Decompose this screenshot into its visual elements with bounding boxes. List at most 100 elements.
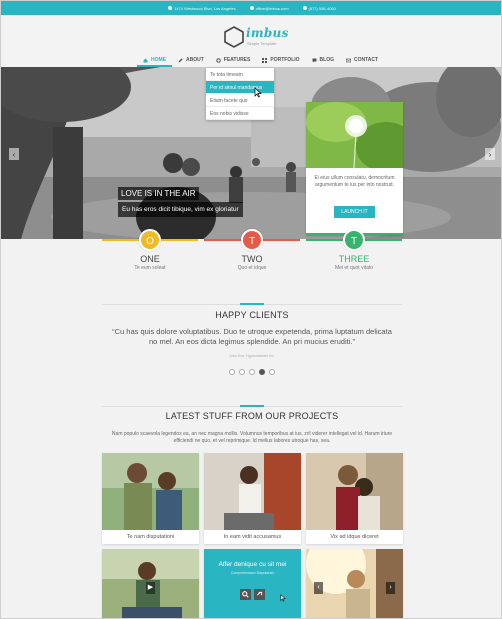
feature-two[interactable]: T TWO Quo et idque bbox=[204, 229, 300, 271]
nav-item-contact[interactable]: CONTACT bbox=[340, 55, 384, 67]
feature-one[interactable]: O ONE Te eum soleat bbox=[102, 229, 198, 271]
nav-item-blog[interactable]: BLOG bbox=[306, 55, 340, 67]
hexagon-logo-icon bbox=[224, 26, 244, 48]
features-dropdown: Te tota timeam Per id simul mandamus Eti… bbox=[206, 68, 274, 120]
launch-it-button[interactable]: LAUNCH IT bbox=[334, 206, 375, 218]
logo-name: imbus bbox=[246, 26, 289, 40]
dropdown-item-1[interactable]: Per id simul mandamus bbox=[206, 81, 274, 94]
project-caption-3: Vix ad idque diceret bbox=[330, 534, 379, 540]
page-frame: 1474 Westwood Blvd, Los Angeles office@i… bbox=[0, 0, 502, 619]
project-image-1 bbox=[102, 453, 199, 530]
nav-label-contact: CONTACT bbox=[353, 57, 379, 63]
projects-intro: Nam populo scaevola legendos ea, an nec … bbox=[111, 431, 393, 444]
logo-tagline: Simple Template bbox=[247, 41, 277, 46]
slider-prev-button[interactable]: ‹ bbox=[9, 148, 19, 160]
nav-label-about: ABOUT bbox=[186, 57, 204, 63]
nav-item-features[interactable]: FEATURES bbox=[210, 55, 257, 67]
promo-text: Ei eius ullum consulatu, democritum argu… bbox=[314, 175, 395, 188]
feature-subtitle-two: Quo et idque bbox=[237, 265, 267, 271]
logo[interactable]: imbus Simple Template bbox=[224, 24, 288, 50]
feature-badge-two: T bbox=[241, 229, 263, 251]
project-image-3 bbox=[306, 453, 403, 530]
hero-caption-title: LOVE IS IN THE AIR bbox=[118, 187, 199, 200]
project-card-3[interactable]: Vix ad idque diceret bbox=[306, 453, 403, 544]
project-image-6: ‹ › bbox=[306, 549, 403, 618]
feature-subtitle-three: Mei et quot vitato bbox=[334, 265, 374, 271]
envelope-icon bbox=[345, 58, 351, 62]
project-caption-2: In eam vidit accusamus bbox=[223, 534, 282, 540]
feature-title-one: ONE bbox=[140, 254, 160, 264]
promo-card: Ei eius ullum consulatu, democritum argu… bbox=[306, 102, 403, 235]
address-text: 1474 Westwood Blvd, Los Angeles bbox=[174, 5, 236, 11]
project-card-6[interactable]: ‹ › bbox=[306, 549, 403, 618]
project-hover-title: Affer denique cu sit mei bbox=[218, 561, 287, 568]
pencil-icon bbox=[178, 58, 183, 62]
project-hover-subtitle: Comprehensam Disputando bbox=[230, 571, 275, 575]
project-hover-actions bbox=[240, 589, 265, 600]
nav-label-features: FEATURES bbox=[223, 57, 251, 63]
phone-item: (877) 556-4060 bbox=[302, 5, 336, 11]
feature-title-two: TWO bbox=[241, 254, 263, 264]
client-quote-author: John Doe, Hypermaketer Inc. bbox=[229, 354, 275, 358]
site-header: imbus Simple Template HOME ABOUT FEATURE… bbox=[1, 15, 501, 67]
slider-next-button[interactable]: › bbox=[485, 148, 495, 160]
mouse-cursor-icon bbox=[280, 594, 286, 602]
top-contact-bar: 1474 Westwood Blvd, Los Angeles office@i… bbox=[1, 1, 501, 15]
email-item[interactable]: office@imbus.com bbox=[249, 6, 289, 11]
project-image-4: ▶ bbox=[102, 549, 199, 618]
pager-dot-1[interactable] bbox=[229, 369, 235, 375]
nav-label-blog: BLOG bbox=[319, 57, 334, 63]
phone-text: (877) 556-4060 bbox=[308, 5, 336, 11]
pager-dot-5[interactable] bbox=[269, 369, 275, 375]
pager-dot-2[interactable] bbox=[239, 369, 245, 375]
grid-icon bbox=[262, 57, 268, 63]
chat-icon bbox=[312, 58, 317, 62]
play-icon[interactable]: ▶ bbox=[146, 582, 155, 594]
mouse-cursor-icon bbox=[254, 87, 262, 98]
nav-item-portfolio[interactable]: PORTFOLIO bbox=[256, 55, 305, 67]
dropdown-item-3[interactable]: Eos nobis vidisse bbox=[206, 107, 274, 120]
feature-three[interactable]: T THREE Mei et quot vitato bbox=[306, 229, 402, 271]
feature-badge-one: O bbox=[139, 229, 161, 251]
zoom-button[interactable] bbox=[240, 589, 251, 600]
projects-divider bbox=[102, 405, 402, 407]
main-nav: HOME ABOUT FEATURES PORTFOLIO BLOG CONTA… bbox=[137, 55, 384, 67]
project-card-2[interactable]: In eam vidit accusamus bbox=[204, 453, 301, 544]
dropdown-item-0[interactable]: Te tota timeam bbox=[206, 68, 274, 81]
feature-subtitle-one: Te eum soleat bbox=[134, 265, 166, 271]
gear-icon bbox=[216, 57, 221, 63]
card-prev-arrow[interactable]: ‹ bbox=[314, 582, 323, 594]
testimonial-pager bbox=[229, 369, 275, 375]
card-next-arrow[interactable]: › bbox=[386, 582, 395, 594]
home-icon bbox=[143, 58, 148, 62]
dropdown-item-2[interactable]: Etiam facete quo bbox=[206, 94, 274, 107]
project-card-4[interactable]: ▶ bbox=[102, 549, 199, 618]
pager-dot-3[interactable] bbox=[249, 369, 255, 375]
project-image-2 bbox=[204, 453, 301, 530]
hero-caption-text: Eu has eros dicit tibique, vim ex gloria… bbox=[118, 202, 243, 217]
nav-label-home: HOME bbox=[151, 57, 166, 63]
nav-item-home[interactable]: HOME bbox=[137, 55, 172, 67]
project-card-5[interactable]: Affer denique cu sit mei Comprehensam Di… bbox=[204, 549, 301, 618]
feature-title-three: THREE bbox=[338, 254, 370, 264]
link-button[interactable] bbox=[254, 589, 265, 600]
project-caption-1: Te nam disputationi bbox=[126, 534, 175, 540]
project-hover-overlay: Affer denique cu sit mei Comprehensam Di… bbox=[204, 549, 301, 618]
nav-item-about[interactable]: ABOUT bbox=[172, 55, 210, 67]
email-text[interactable]: office@imbus.com bbox=[256, 6, 289, 11]
feature-badge-three: T bbox=[343, 229, 365, 251]
nav-label-portfolio: PORTFOLIO bbox=[270, 57, 300, 63]
clients-divider bbox=[102, 303, 402, 305]
clients-title: HAPPY CLIENTS bbox=[215, 310, 289, 320]
client-quote: “Cu has quis dolore voluptatibus. Duo te… bbox=[112, 327, 392, 346]
address-item: 1474 Westwood Blvd, Los Angeles bbox=[168, 6, 236, 11]
pager-dot-4[interactable] bbox=[259, 369, 265, 375]
project-card-1[interactable]: Te nam disputationi bbox=[102, 453, 199, 544]
map-pin-icon bbox=[168, 6, 173, 10]
projects-title: LATEST STUFF FROM OUR PROJECTS bbox=[165, 411, 339, 421]
envelope-icon bbox=[249, 6, 254, 10]
magnifier-icon bbox=[242, 591, 249, 598]
link-icon bbox=[257, 591, 263, 596]
dandelion-image bbox=[306, 102, 403, 168]
phone-icon bbox=[302, 6, 307, 10]
